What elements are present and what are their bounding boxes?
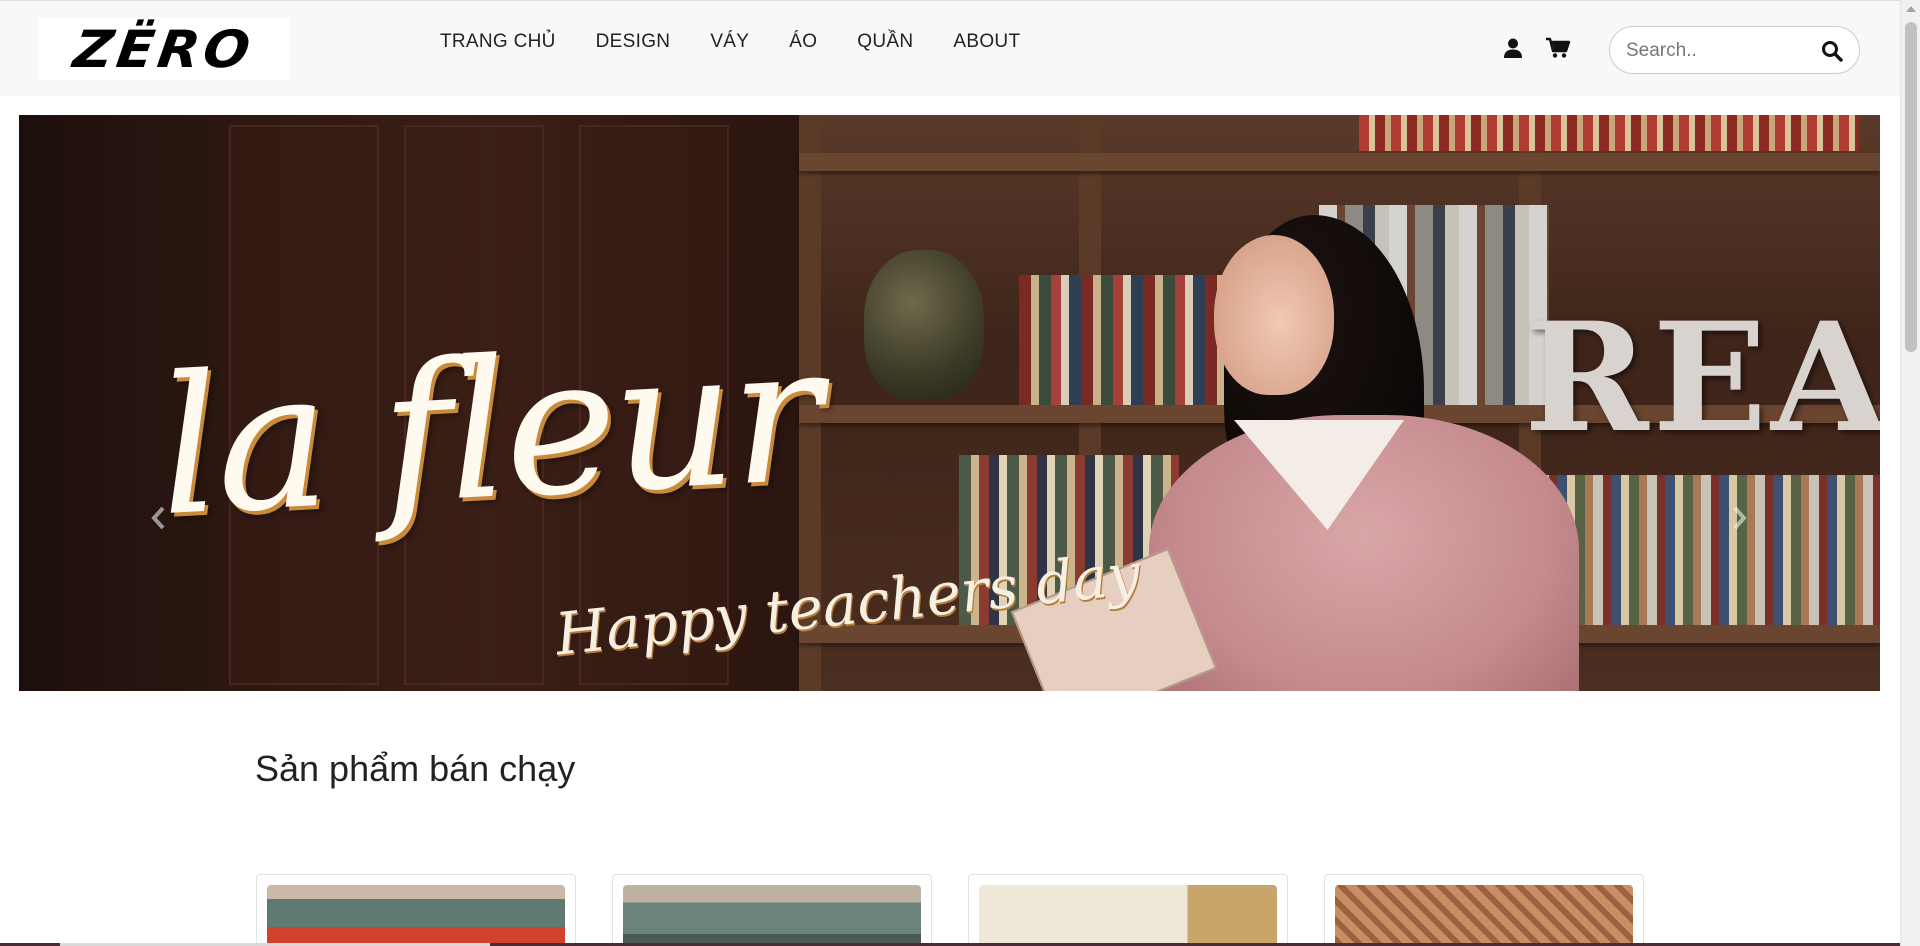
model-face <box>1214 235 1334 395</box>
search-input[interactable] <box>1626 37 1816 65</box>
nav-item-dresses[interactable]: VÁY <box>710 31 749 53</box>
logo-text: ZËRO <box>70 19 258 79</box>
nav-item-home[interactable]: TRANG CHỦ <box>440 31 556 53</box>
nav-item-pants[interactable]: QUẦN <box>857 31 913 53</box>
cart-icon[interactable] <box>1545 37 1571 59</box>
site-logo[interactable]: ZËRO <box>39 18 289 80</box>
search-box <box>1609 26 1860 74</box>
product-image <box>979 885 1277 946</box>
hero-carousel: REA la fleur Happy teachers day <box>19 115 1880 691</box>
hero-script-title: la fleur <box>153 302 824 559</box>
main-nav: TRANG CHỦ DESIGN VÁY ÁO QUẦN ABOUT <box>440 31 1060 53</box>
product-image <box>267 885 565 946</box>
product-image <box>623 885 921 946</box>
product-card[interactable] <box>968 874 1288 946</box>
carousel-prev-button[interactable] <box>139 498 179 538</box>
shelf-board <box>799 153 1880 171</box>
scroll-thumb[interactable] <box>1905 22 1917 352</box>
user-icon[interactable] <box>1502 37 1524 59</box>
product-card[interactable] <box>256 874 576 946</box>
read-sign: REA <box>1524 290 1880 466</box>
scroll-up-arrow-icon[interactable] <box>1906 6 1916 12</box>
nav-item-about[interactable]: ABOUT <box>953 31 1020 53</box>
nav-item-tops[interactable]: ÁO <box>789 31 817 53</box>
carousel-next-button[interactable] <box>1719 498 1759 538</box>
book-row-bottom-right <box>1539 475 1880 625</box>
product-image <box>1335 885 1633 946</box>
chevron-right-icon <box>1733 506 1747 530</box>
vase <box>864 250 984 400</box>
nav-item-design[interactable]: DESIGN <box>596 31 671 53</box>
chevron-left-icon <box>151 506 165 530</box>
section-title-best-sellers: Sản phẩm bán chạy <box>255 748 576 789</box>
product-card[interactable] <box>1324 874 1644 946</box>
search-icon[interactable] <box>1821 40 1843 62</box>
site-header: ZËRO TRANG CHỦ DESIGN VÁY ÁO QUẦN ABOUT <box>0 0 1900 96</box>
page-scrollbar[interactable] <box>1900 0 1920 946</box>
product-card[interactable] <box>612 874 932 946</box>
book-row-top <box>1359 115 1859 151</box>
